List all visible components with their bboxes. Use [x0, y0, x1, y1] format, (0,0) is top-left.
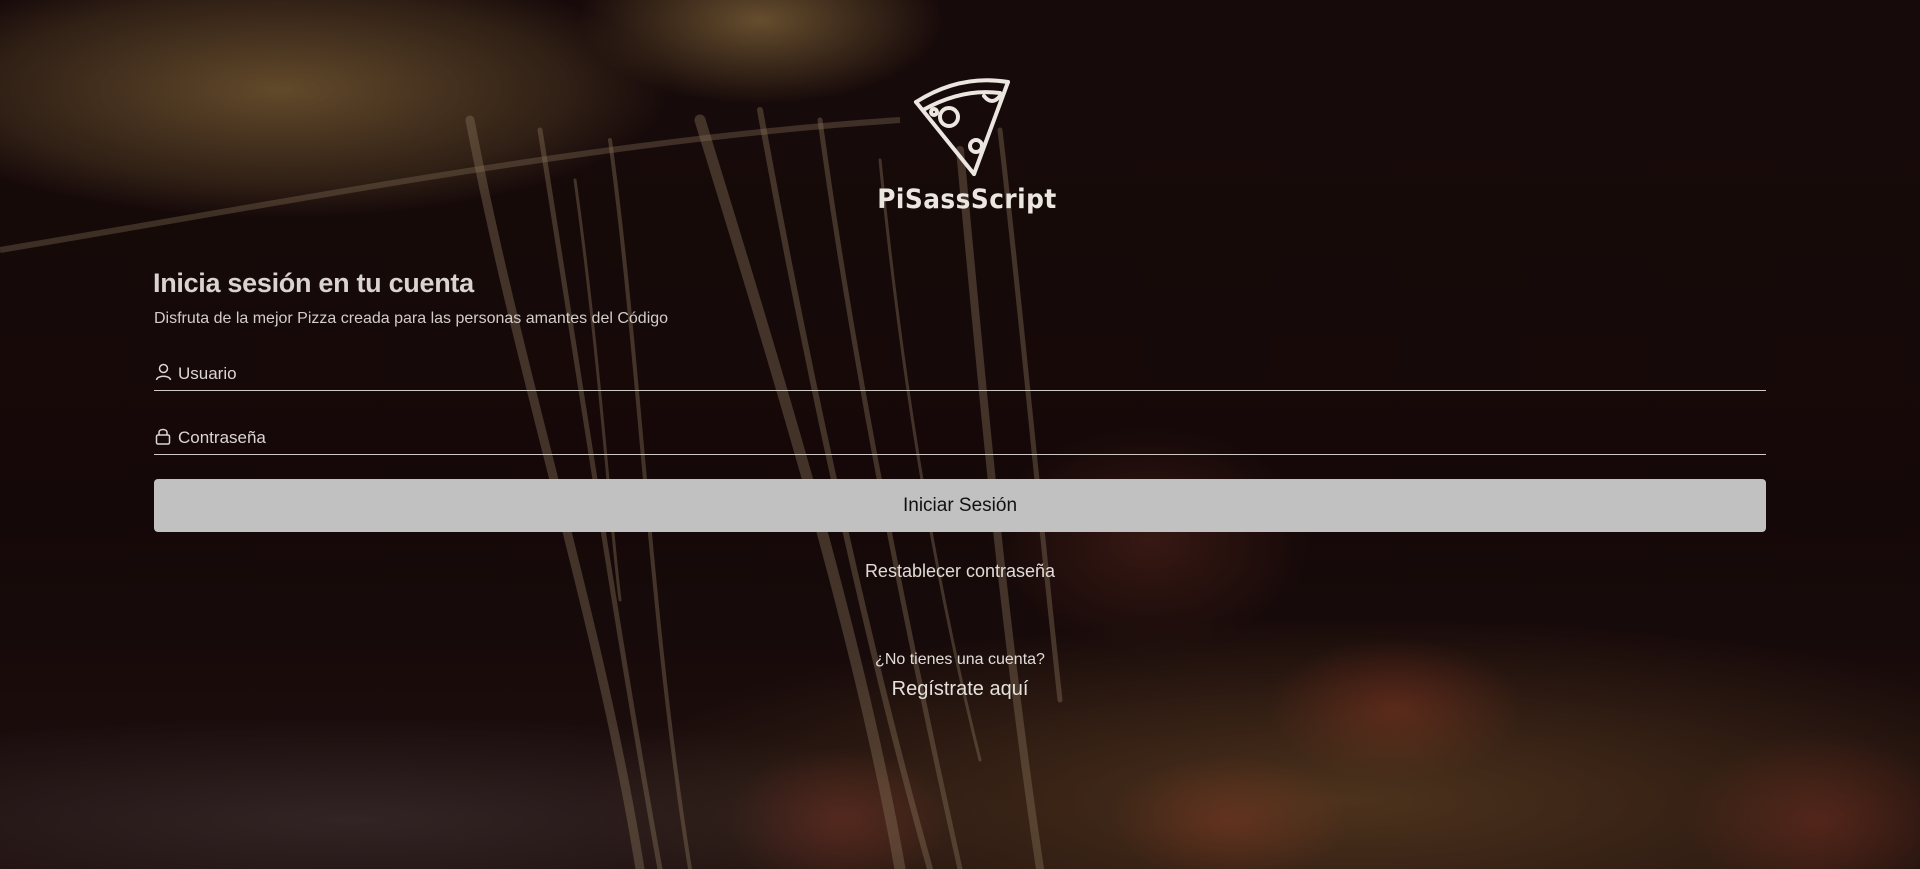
login-button[interactable]: Iniciar Sesión — [154, 479, 1766, 532]
username-field — [154, 358, 1766, 391]
brand-logo: PiSassScript — [870, 74, 1057, 215]
no-account-text: ¿No tienes una cuenta? — [875, 651, 1045, 668]
login-title: Inicia sesión en tu cuenta — [153, 268, 474, 298]
password-field — [154, 422, 1766, 455]
register-link[interactable]: Regístrate aquí — [760, 678, 1160, 701]
login-subtitle: Disfruta de la mejor Pizza creada para l… — [154, 310, 669, 327]
brand-name: PiSassScript — [877, 184, 1057, 215]
password-input[interactable] — [178, 422, 1766, 454]
login-page: PiSassScript Inicia sesión en tu cuenta … — [0, 0, 1920, 869]
lock-icon — [154, 427, 172, 445]
user-icon — [154, 363, 172, 381]
username-input[interactable] — [178, 358, 1766, 390]
pizza-slice-icon — [914, 78, 1010, 176]
reset-password-link[interactable]: Restablecer contraseña — [760, 561, 1160, 582]
